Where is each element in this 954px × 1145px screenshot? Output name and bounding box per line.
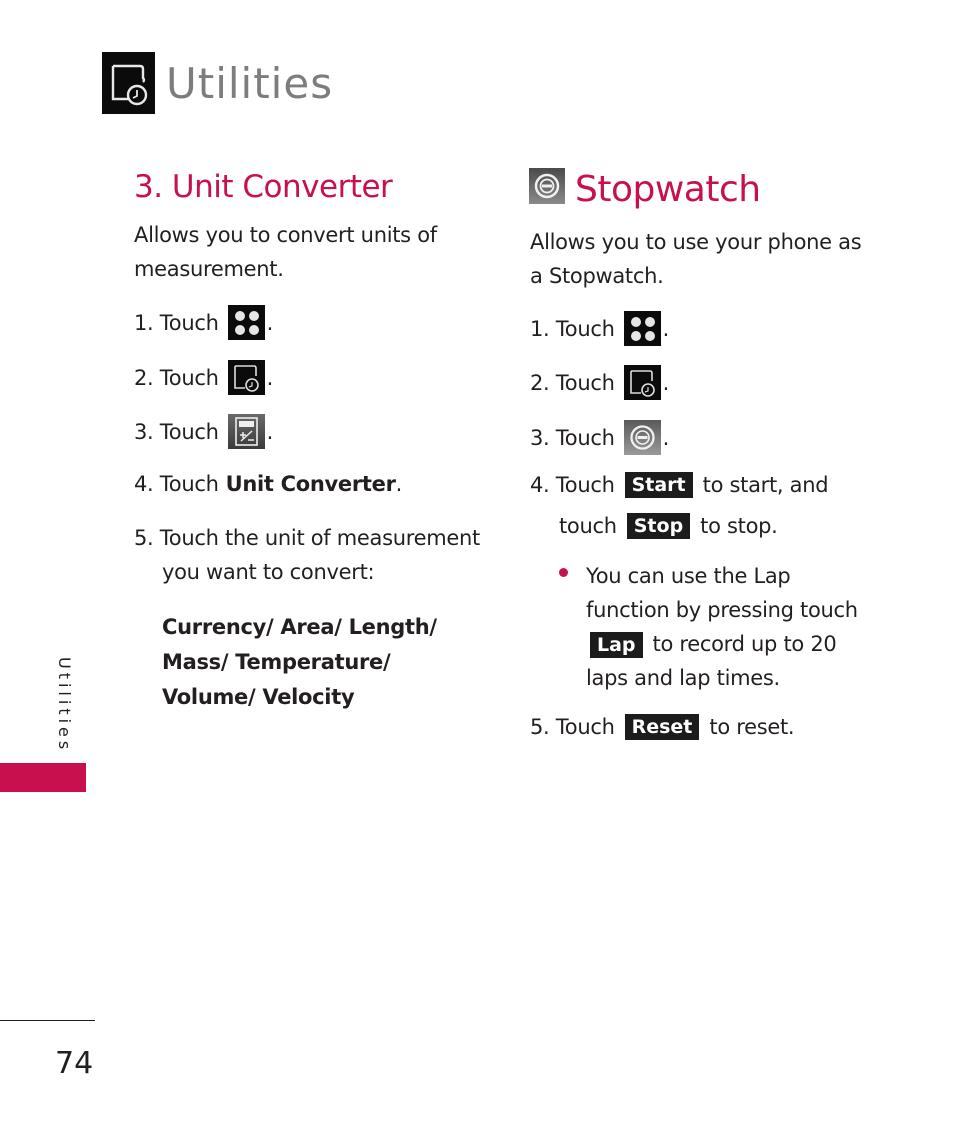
calculator-icon[interactable] <box>227 414 265 449</box>
stopwatch-icon[interactable] <box>623 420 661 455</box>
utilities-clock-icon[interactable] <box>623 365 661 400</box>
stopwatch-intro: Allows you to use your phone as a Stopwa… <box>530 230 862 288</box>
utilities-clock-icon[interactable] <box>227 360 265 395</box>
unit-converter-menu-label: Unit Converter <box>225 472 396 496</box>
page-title: Utilities <box>166 59 334 108</box>
uc-step-3: 3. Touch . <box>134 414 273 449</box>
stopwatch-heading: Stopwatch <box>575 169 761 210</box>
menu-grid-icon[interactable] <box>623 311 661 346</box>
menu-grid-icon[interactable] <box>227 305 265 340</box>
unit-converter-intro: Allows you to convert units of measureme… <box>134 223 437 281</box>
start-button[interactable]: Start <box>624 472 693 498</box>
side-tab-marker <box>0 763 86 792</box>
page-number: 74 <box>55 1046 94 1081</box>
footer-divider <box>0 1020 95 1021</box>
bullet-dot-icon <box>559 568 568 577</box>
lap-tip: You can use the Lap function by pressing… <box>586 564 858 690</box>
uc-step-5: 5. Touch the unit of measurement you wan… <box>134 526 480 584</box>
unit-type-list: Currency/ Area/ Length/ Mass/ Temperatur… <box>162 615 437 709</box>
sw-step-5: 5. Touch Reset to reset. <box>530 714 795 740</box>
sw-step-1: 1. Touch . <box>530 311 669 346</box>
sw-step-4-cont: touch Stop to stop. <box>559 513 778 539</box>
sw-step-3: 3. Touch . <box>530 420 669 455</box>
sw-step-2: 2. Touch . <box>530 365 669 400</box>
side-tab-label: Utilities <box>55 657 74 754</box>
reset-button[interactable]: Reset <box>624 714 700 740</box>
utilities-clock-icon <box>102 52 155 114</box>
uc-step-2: 2. Touch . <box>134 360 273 395</box>
lap-button[interactable]: Lap <box>590 632 643 658</box>
uc-step-4: 4. Touch Unit Converter . <box>134 469 402 499</box>
unit-converter-heading: 3. Unit Converter <box>134 169 393 205</box>
stop-button[interactable]: Stop <box>626 513 691 539</box>
sw-step-4: 4. Touch Start to start, and <box>530 472 829 498</box>
uc-step-1: 1. Touch . <box>134 305 273 340</box>
stopwatch-icon <box>529 168 565 204</box>
